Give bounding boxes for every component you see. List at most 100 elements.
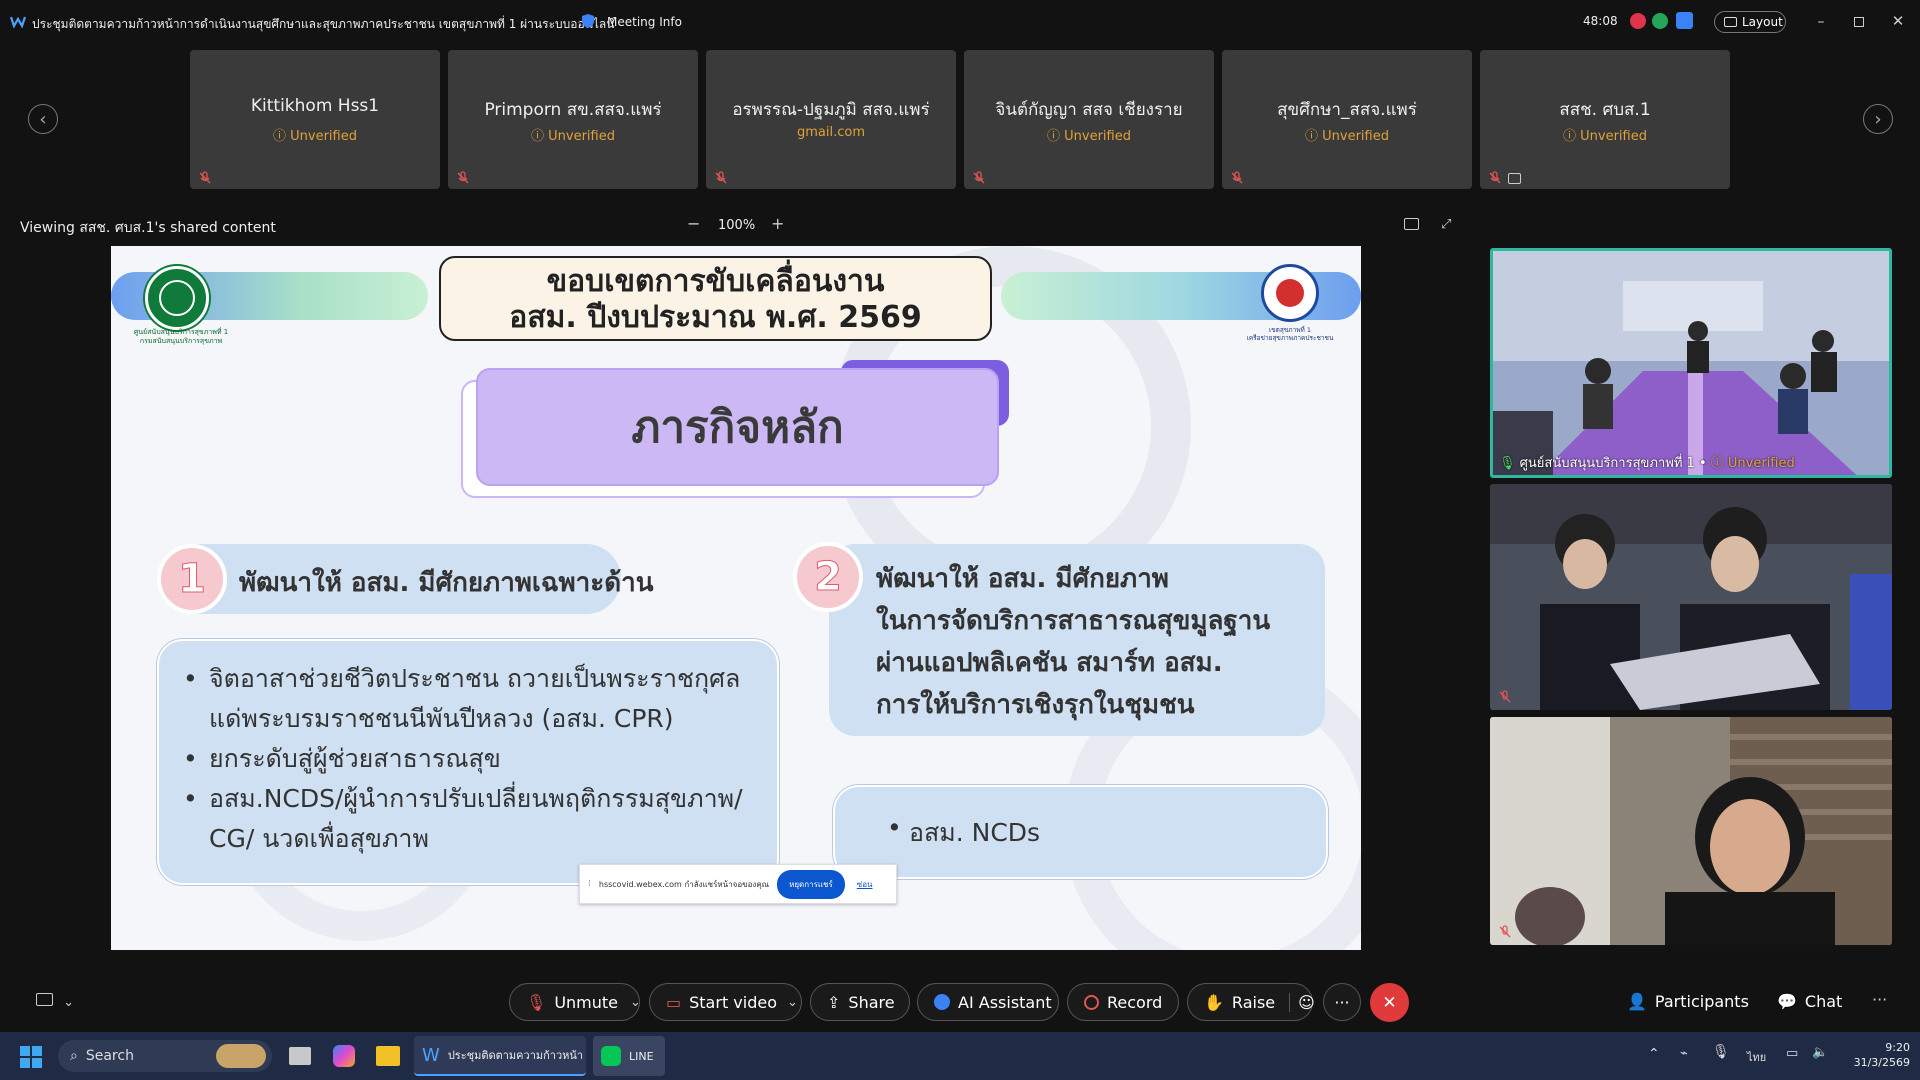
mission-text: ภารกิจหลัก xyxy=(631,402,844,453)
chat-label: Chat xyxy=(1804,992,1843,1011)
webex-app-label: ประชุมติดตามความก้าวหน้า xyxy=(447,1049,584,1062)
right-logo-caption: เขตสุขภาพที่ 1 เครือข่ายสุขภาพภาคประชาชน xyxy=(1246,326,1334,342)
raise-hand-button[interactable]: ✋ Raise ☺ xyxy=(1187,983,1315,1021)
ai-assistant-label: AI Assistant xyxy=(958,992,1052,1012)
captions-icon xyxy=(36,993,53,1006)
start-video-label: Start video xyxy=(689,992,777,1012)
chevron-down-icon[interactable]: ⌄ xyxy=(630,995,641,1010)
recording-indicator-icon[interactable] xyxy=(1630,13,1646,29)
record-button[interactable]: Record xyxy=(1067,983,1179,1021)
share-notice-text: hsscovid.webex.com กำลังแชร์หน้าจอของคุณ xyxy=(598,879,770,889)
video-tile-active[interactable]: 🎙 ศูนย์สนับสนุนบริการสุขภาพที่ 1 • ⓘ Unv… xyxy=(1490,248,1892,478)
participant-name: สสช. ศบส.1 xyxy=(1559,100,1651,120)
taskbar-webex-app[interactable]: W ประชุมติดตามความก้าวหน้า xyxy=(414,1036,586,1076)
taskbar-search[interactable]: ⌕ Search xyxy=(58,1040,272,1072)
participant-name: อรพรรณ-ปฐมภูมิ สสจ.แพร่ xyxy=(732,100,930,120)
video-tile[interactable] xyxy=(1490,717,1892,945)
record-icon xyxy=(1084,994,1099,1010)
ai-assistant-button[interactable]: AI Assistant xyxy=(917,983,1059,1021)
share-label: Share xyxy=(848,992,895,1012)
notes-icon[interactable] xyxy=(1676,12,1693,29)
participant-name: Primporn สข.สสจ.แพร่ xyxy=(484,100,662,120)
bullets1-list: • จิตอาสาช่วยชีวิตประชาชน ถวายเป็นพระราชก… xyxy=(159,641,777,859)
search-highlight-image xyxy=(216,1044,266,1068)
mic-icon[interactable]: 🎙 xyxy=(1712,1044,1730,1060)
volume-icon[interactable]: 🔈 xyxy=(1812,1045,1828,1060)
chevron-up-icon[interactable]: ⌃ xyxy=(1648,1046,1660,1062)
close-window-button[interactable]: ✕ xyxy=(1889,11,1907,31)
copilot-icon[interactable] xyxy=(333,1045,355,1067)
start-video-button[interactable]: ▭ Start video ⌄ xyxy=(649,983,802,1021)
shield-icon[interactable] xyxy=(581,13,595,29)
window-title: ประชุมติดตามความก้าวหน้าการดำเนินงานสุขศ… xyxy=(32,17,615,31)
meeting-timer: 48:08 xyxy=(1583,14,1618,28)
chevron-down-icon[interactable]: ⌄ xyxy=(787,995,798,1010)
video-tile[interactable] xyxy=(1490,484,1892,710)
restore-button[interactable] xyxy=(1850,12,1868,32)
audio-status-icon[interactable] xyxy=(1652,13,1668,29)
file-explorer-icon[interactable] xyxy=(376,1046,400,1066)
participant-tile[interactable]: สุขศึกษา_สสจ.แพร่ ⓘ Unverified xyxy=(1222,50,1472,189)
overflow-menu-button[interactable]: ··· xyxy=(1872,990,1887,1009)
fullscreen-icon[interactable]: ⤢ xyxy=(1441,217,1455,232)
display-icon[interactable]: ▭ xyxy=(1786,1046,1798,1061)
annotate-icon[interactable] xyxy=(1404,218,1419,230)
slide-title-box: ขอบเขตการขับเคลื่อนงาน อสม. ปีงบประมาณ พ… xyxy=(439,256,992,341)
video-tile-label: 🎙 ศูนย์สนับสนุนบริการสุขภาพที่ 1 • ⓘ Unv… xyxy=(1499,456,1795,471)
participant-name: จินต์กัญญา สสจ เชียงราย xyxy=(995,100,1183,120)
minimize-button[interactable]: – xyxy=(1812,12,1830,32)
prev-page-button[interactable]: ‹ xyxy=(28,104,58,134)
taskbar-line-app[interactable]: LINE xyxy=(593,1036,665,1076)
zoom-out-button[interactable]: − xyxy=(687,214,700,233)
muted-mic-icon xyxy=(715,171,727,184)
more-options-button[interactable]: ··· xyxy=(1323,983,1361,1021)
network-icon[interactable]: ⌁ xyxy=(1680,1046,1688,1061)
next-page-button[interactable]: › xyxy=(1863,104,1893,134)
clock[interactable]: 9:20 31/3/2569 xyxy=(1838,1040,1910,1070)
windows-start-icon[interactable] xyxy=(20,1046,42,1068)
captions-button[interactable]: ⌄ xyxy=(36,993,84,1011)
participant-tile[interactable]: สสช. ศบส.1 ⓘ Unverified xyxy=(1480,50,1730,189)
meeting-room-video xyxy=(1493,251,1889,475)
share-button[interactable]: ⇪ Share xyxy=(810,983,910,1021)
stop-sharing-button[interactable]: หยุดการแชร์ xyxy=(777,869,845,899)
chevron-right-icon: › xyxy=(1874,108,1882,130)
reactions-icon[interactable]: ☺ xyxy=(1289,992,1315,1012)
line-app-label: LINE xyxy=(629,1049,654,1063)
chat-button[interactable]: 💬 Chat xyxy=(1777,992,1842,1011)
layout-button[interactable]: Layout xyxy=(1714,11,1786,33)
list-item: • จิตอาสาช่วยชีวิตประชาชน ถวายเป็นพระราชก… xyxy=(183,664,741,733)
participant-tile[interactable]: Kittikhom Hss1 ⓘ Unverified xyxy=(190,50,440,189)
participant-tile[interactable]: จินต์กัญญา สสจ เชียงราย ⓘ Unverified xyxy=(964,50,1214,189)
taskbar: ⌕ Search W ประชุมติดตามความก้าวหน้า LINE… xyxy=(0,1032,1920,1080)
heading1: พัฒนาให้ อสม. มีศักยภาพเฉพาะด้าน xyxy=(239,568,654,598)
number-badge-2: 2 xyxy=(793,542,863,612)
raise-label: Raise xyxy=(1231,992,1276,1012)
slide-title-line2: อสม. ปีงบประมาณ พ.ศ. 2569 xyxy=(509,300,922,335)
drag-handle-icon[interactable]: ⁞ xyxy=(588,879,591,889)
muted-mic-icon xyxy=(1231,171,1243,184)
end-call-button[interactable]: ✕ xyxy=(1370,983,1409,1022)
webex-logo-icon xyxy=(9,13,27,29)
participants-button[interactable]: 👤 Participants xyxy=(1627,992,1749,1011)
input-language[interactable]: ไทย xyxy=(1747,1048,1766,1066)
unmute-button[interactable]: 🎙 Unmute ⌄ xyxy=(509,983,641,1021)
bullets1-box: • จิตอาสาช่วยชีวิตประชาชน ถวายเป็นพระราชก… xyxy=(157,639,779,885)
title-bar: ประชุมติดตามความก้าวหน้าการดำเนินงานสุขศ… xyxy=(0,0,1920,44)
participant-tile[interactable]: Primporn สข.สสจ.แพร่ ⓘ Unverified xyxy=(448,50,698,189)
viewing-label: Viewing สสช. ศบส.1's shared content xyxy=(20,220,276,236)
webex-icon: W xyxy=(422,1044,440,1066)
meeting-info-link[interactable]: Meeting Info xyxy=(607,15,682,29)
task-view-icon[interactable] xyxy=(289,1047,311,1065)
layout-icon xyxy=(1724,17,1737,27)
layout-label: Layout xyxy=(1742,15,1783,29)
vhv-logo-icon xyxy=(1261,264,1319,322)
search-label: Search xyxy=(85,1048,134,1064)
participant-tile[interactable]: อรพรรณ-ปฐมภูมิ สสจ.แพร่ gmail.com xyxy=(706,50,956,189)
chevron-down-icon: ⌄ xyxy=(63,995,75,1010)
share-icon: ⇪ xyxy=(827,992,841,1012)
muted-mic-icon xyxy=(199,171,211,184)
participants-icon: 👤 xyxy=(1627,992,1647,1011)
hide-notice-link[interactable]: ซ่อน xyxy=(857,878,873,891)
zoom-in-button[interactable]: + xyxy=(771,214,784,233)
